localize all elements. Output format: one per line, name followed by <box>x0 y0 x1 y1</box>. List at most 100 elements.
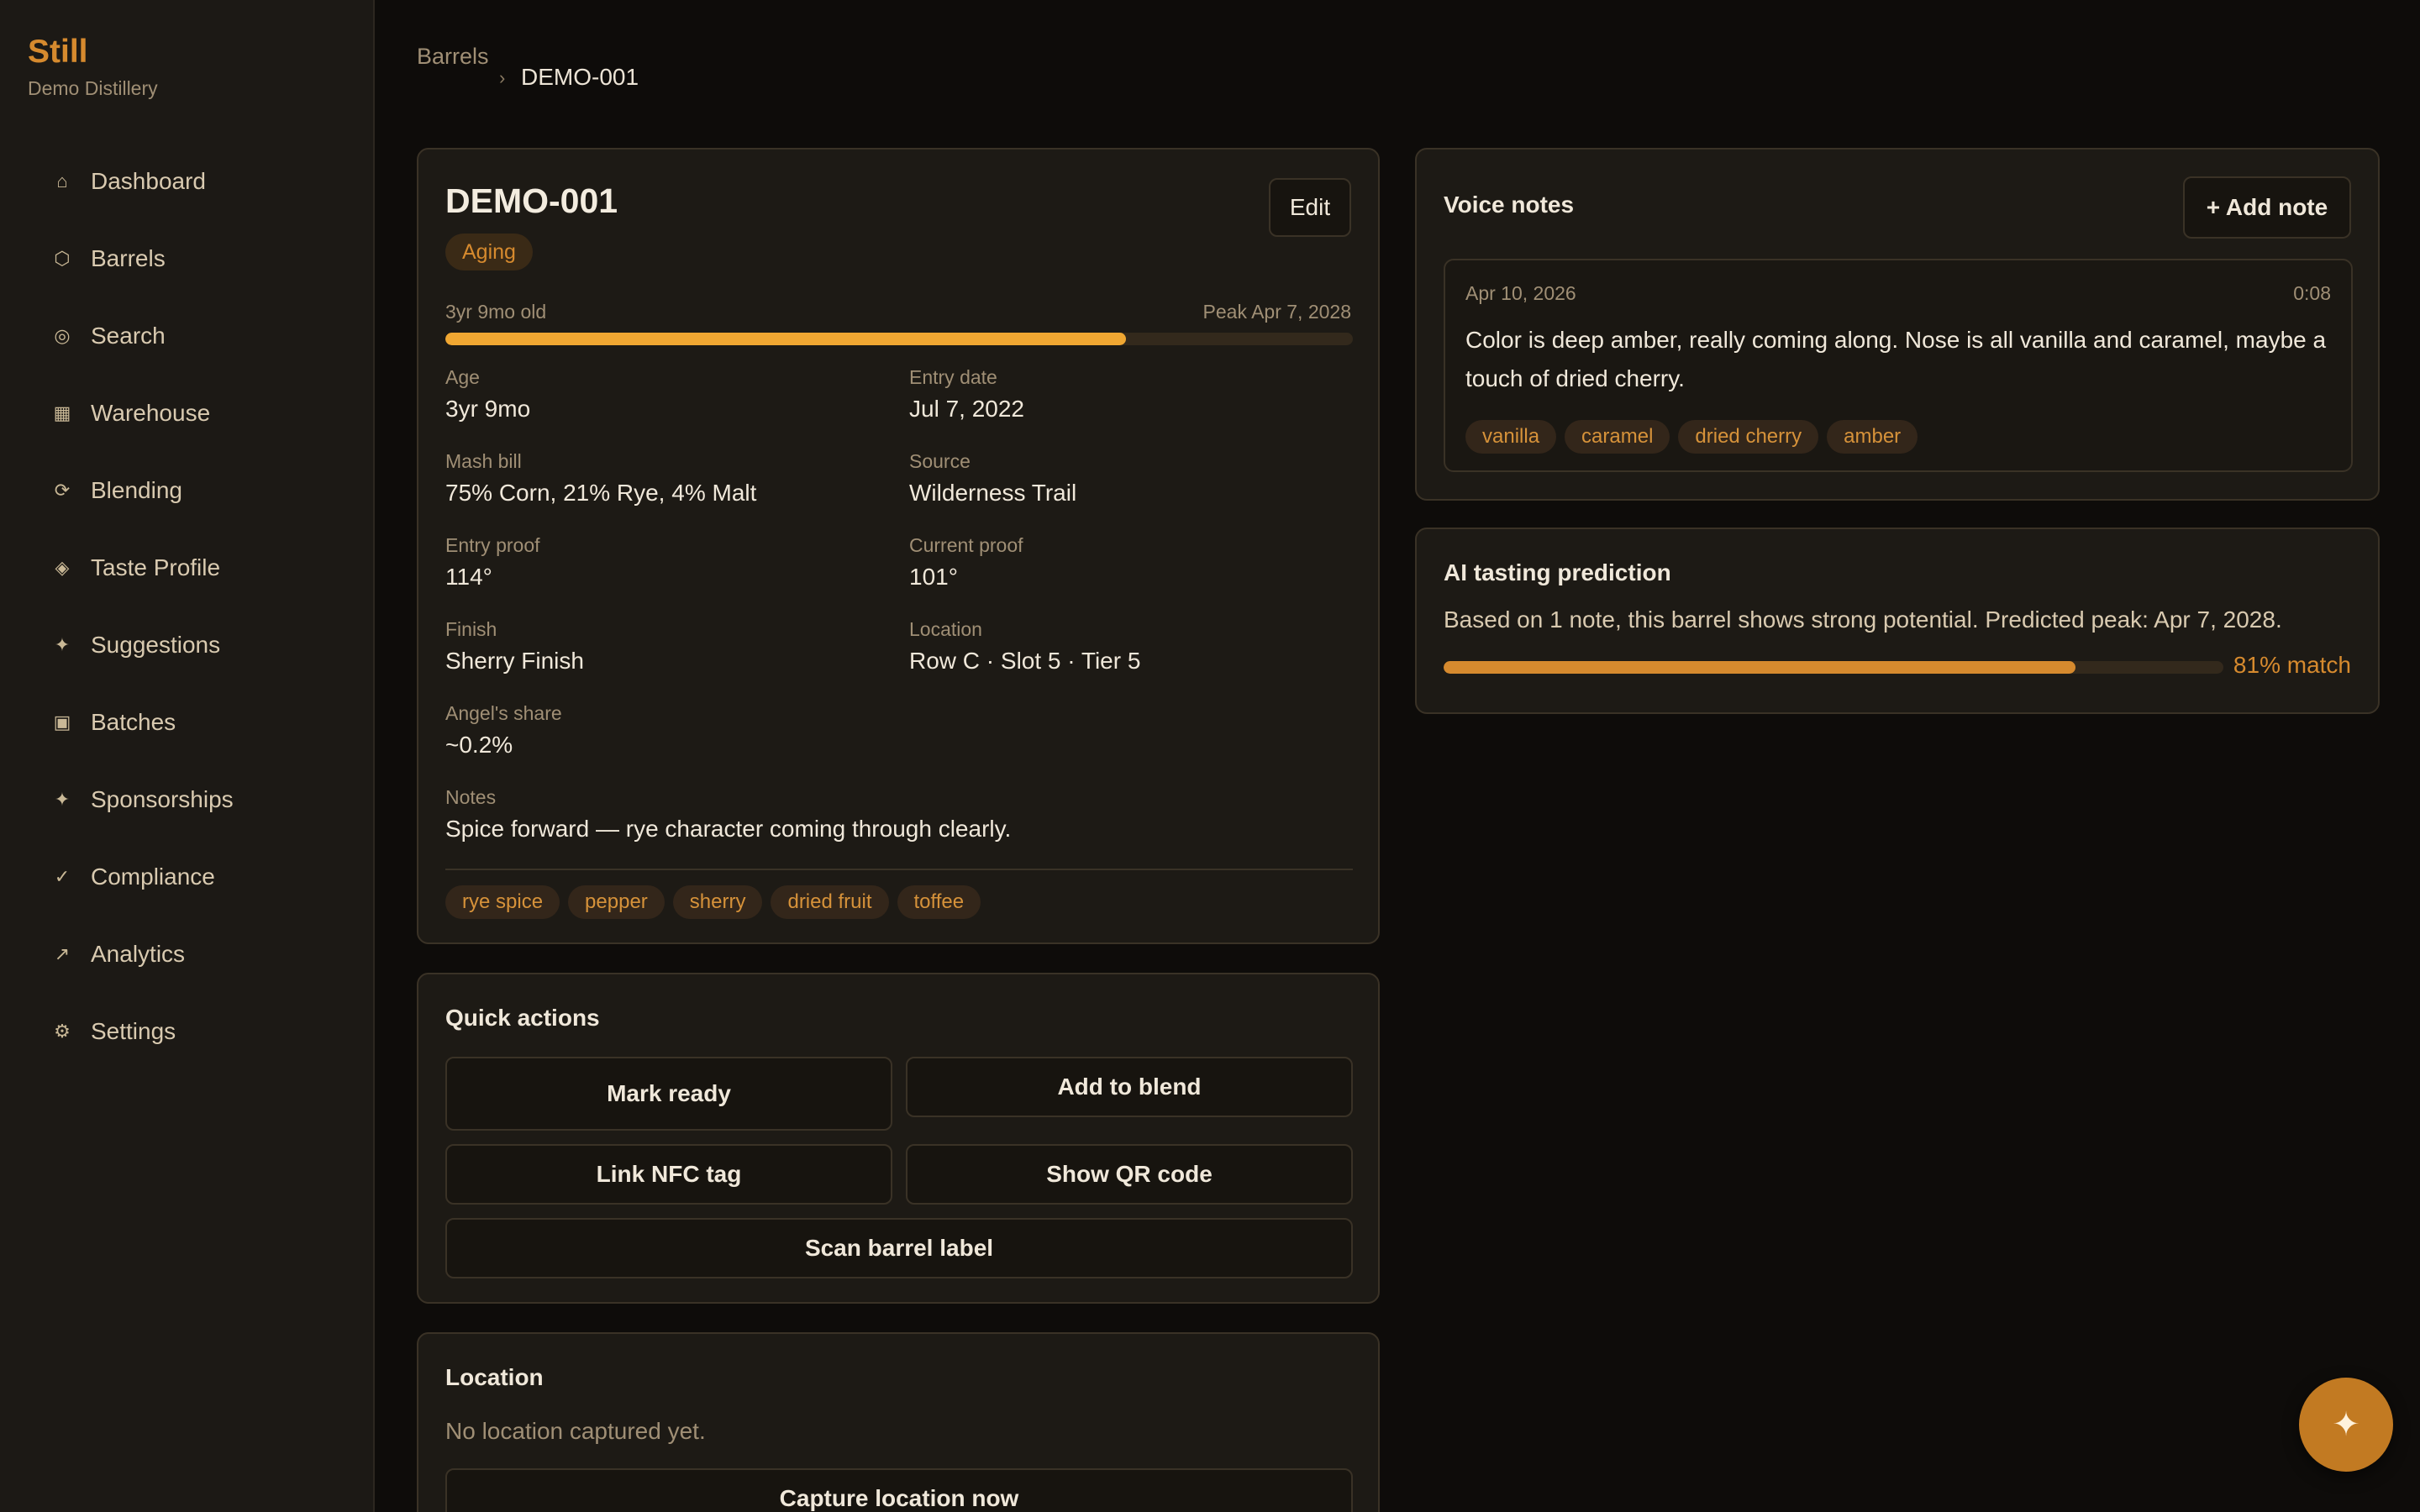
home-icon: ⌂ <box>56 171 68 192</box>
sidebar-item-analytics[interactable]: ↗ Analytics <box>0 916 375 993</box>
field-label: Mash bill <box>445 450 522 472</box>
brand-name: Still <box>28 34 88 70</box>
aging-progress-bar <box>445 333 1353 345</box>
sidebar-item-barrels[interactable]: ⬡ Barrels <box>0 220 375 297</box>
sidebar-item-suggestions[interactable]: ✦ Suggestions <box>0 606 375 684</box>
target-icon: ◎ <box>54 325 71 346</box>
breadcrumb-barrels-link[interactable]: Barrels <box>417 44 489 70</box>
field-entry-proof: Entry proof 114° <box>445 534 540 591</box>
sidebar-item-label: Sponsorships <box>91 786 234 812</box>
ai-prediction-text: Based on 1 note, this barrel shows stron… <box>1444 606 2282 633</box>
breadcrumb-separator-icon: › <box>499 67 506 88</box>
field-value: Row C · Slot 5 · Tier 5 <box>909 648 1141 674</box>
voice-note-item[interactable]: Apr 10, 2026 0:08 Color is deep amber, r… <box>1444 259 2353 472</box>
field-age: Age 3yr 9mo <box>445 366 530 423</box>
diamond-icon: ◈ <box>55 557 70 578</box>
sidebar-item-settings[interactable]: ⚙ Settings <box>0 993 375 1070</box>
gear-icon: ⚙ <box>54 1021 71 1042</box>
sidebar-item-label: Analytics <box>91 941 186 967</box>
ai-prediction-title: AI tasting prediction <box>1444 559 1671 585</box>
add-note-button[interactable]: + Add note <box>2183 176 2351 239</box>
field-label: Entry date <box>909 366 997 388</box>
link-nfc-tag-button[interactable]: Link NFC tag <box>445 1144 892 1205</box>
sidebar-item-taste-profile[interactable]: ◈ Taste Profile <box>0 529 375 606</box>
sidebar-item-label: Blending <box>91 477 182 503</box>
field-entry-date: Entry date Jul 7, 2022 <box>909 366 1024 423</box>
age-caption: 3yr 9mo old <box>445 301 547 323</box>
field-label: Age <box>445 366 480 388</box>
sidebar-item-warehouse[interactable]: ▦ Warehouse <box>0 375 375 452</box>
field-angels-share: Angel's share ~0.2% <box>445 702 562 759</box>
sidebar-item-label: Suggestions <box>91 632 221 658</box>
field-value: 114° <box>445 564 492 590</box>
tag-caramel: caramel <box>1565 420 1670 454</box>
tag-pepper: pepper <box>568 885 665 919</box>
field-label: Angel's share <box>445 702 562 724</box>
mark-ready-button[interactable]: Mark ready <box>445 1057 892 1131</box>
tag-toffee: toffee <box>897 885 981 919</box>
brand-subtitle: Demo Distillery <box>28 77 158 99</box>
location-card: Location No location captured yet. Captu… <box>417 1332 1380 1512</box>
field-value: Sherry Finish <box>445 648 584 674</box>
quick-actions-title: Quick actions <box>445 1005 600 1031</box>
tag-dried-cherry: dried cherry <box>1678 420 1819 454</box>
field-value: Spice forward — rye character coming thr… <box>445 816 1012 842</box>
field-finish: Finish Sherry Finish <box>445 618 584 675</box>
field-value: 75% Corn, 21% Rye, 4% Malt <box>445 480 757 506</box>
field-mash-bill: Mash bill 75% Corn, 21% Rye, 4% Malt <box>445 450 756 507</box>
barrel-detail-card: DEMO-001 Edit Aging 3yr 9mo old Peak Apr… <box>417 148 1380 944</box>
sidebar-item-label: Dashboard <box>91 168 206 194</box>
hexagon-icon: ⬡ <box>54 248 71 269</box>
assistant-fab-button[interactable]: ✦ <box>2299 1378 2393 1472</box>
field-value: Jul 7, 2022 <box>909 396 1024 422</box>
note-date: Apr 10, 2026 <box>1465 282 1576 304</box>
scan-barrel-label-button[interactable]: Scan barrel label <box>445 1218 1353 1278</box>
grid-icon: ▦ <box>53 402 71 423</box>
show-qr-code-button[interactable]: Show QR code <box>906 1144 1353 1205</box>
tag-vanilla: vanilla <box>1465 420 1557 454</box>
barrel-tag-list: rye spice pepper sherry dried fruit toff… <box>445 885 981 919</box>
main-content: Barrels › DEMO-001 DEMO-001 Edit Aging 3… <box>375 0 2420 1512</box>
sidebar-item-blending[interactable]: ⟳ Blending <box>0 452 375 529</box>
add-to-blend-button[interactable]: Add to blend <box>906 1057 1353 1117</box>
match-progress-bar <box>1444 661 2223 674</box>
note-tag-list: vanilla caramel dried cherry amber <box>1465 420 1918 454</box>
field-value: 101° <box>909 564 958 590</box>
field-value: ~0.2% <box>445 732 513 758</box>
field-label: Finish <box>445 618 497 640</box>
note-transcript: Color is deep amber, really coming along… <box>1465 327 2327 391</box>
location-empty-text: No location captured yet. <box>445 1418 706 1444</box>
sparkle-icon: ✦ <box>2332 1406 2360 1443</box>
tag-rye-spice: rye spice <box>445 885 560 919</box>
field-source: Source Wilderness Trail <box>909 450 1076 507</box>
breadcrumb-current: DEMO-001 <box>521 64 639 90</box>
field-notes: Notes Spice forward — rye character comi… <box>445 786 1011 843</box>
field-value: 3yr 9mo <box>445 396 531 422</box>
sidebar-nav: ⌂ Dashboard ⬡ Barrels ◎ Search ▦ Warehouse ⟳… <box>0 143 375 1070</box>
sidebar-item-sponsorships[interactable]: ✦ Sponsorships <box>0 761 375 838</box>
sparkle-icon: ✦ <box>54 634 71 655</box>
sidebar: Still Demo Distillery ⌂ Dashboard ⬡ Barrel… <box>0 0 375 1512</box>
sidebar-item-batches[interactable]: ▣ Batches <box>0 684 375 761</box>
sidebar-item-label: Search <box>91 323 166 349</box>
tag-dried-fruit: dried fruit <box>771 885 889 919</box>
sidebar-item-label: Batches <box>91 709 176 735</box>
match-label: 81% match <box>2233 652 2351 678</box>
brand[interactable]: Still Demo Distillery <box>28 30 158 100</box>
status-badge: Aging <box>445 234 533 270</box>
capture-location-button[interactable]: Capture location now <box>445 1468 1353 1512</box>
sparkle-icon: ✦ <box>54 789 71 810</box>
field-label: Source <box>909 450 971 472</box>
sidebar-item-label: Barrels <box>91 245 166 271</box>
field-label: Notes <box>445 786 497 808</box>
voice-notes-card: Voice notes + Add note Apr 10, 2026 0:08… <box>1415 148 2380 501</box>
page-title: DEMO-001 <box>445 181 618 220</box>
sidebar-item-label: Taste Profile <box>91 554 221 580</box>
sidebar-item-dashboard[interactable]: ⌂ Dashboard <box>0 143 375 220</box>
aging-progress-fill <box>445 333 1126 345</box>
sidebar-item-compliance[interactable]: ✓ Compliance <box>0 838 375 916</box>
voice-notes-title: Voice notes <box>1444 192 1575 218</box>
field-current-proof: Current proof 101° <box>909 534 1023 591</box>
sidebar-item-search[interactable]: ◎ Search <box>0 297 375 375</box>
edit-button[interactable]: Edit <box>1269 178 1351 237</box>
